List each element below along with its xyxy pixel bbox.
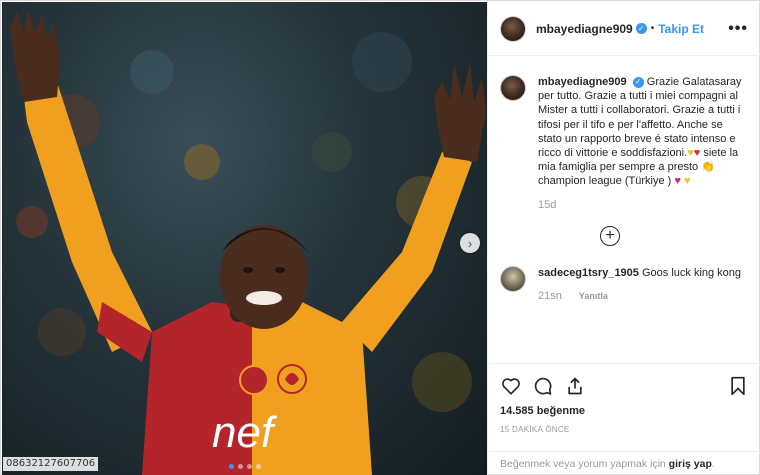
comment-username[interactable]: sadeceg1tsry_1905 [538, 267, 639, 279]
reply-button[interactable]: Yanıtla [579, 291, 608, 301]
instagram-post: nef › 08632127607706 mbayediagne909 ✓ • … [0, 0, 760, 475]
caption-meta: 15d [538, 198, 743, 212]
more-options-button[interactable]: ••• [728, 20, 748, 38]
image-id-label: 08632127607706 [3, 457, 99, 471]
carousel-dot [246, 464, 252, 469]
separator-bullet: • [650, 23, 655, 34]
carousel-dot [228, 464, 234, 469]
player-photo-illustration: nef [10, 10, 486, 475]
jersey-sponsor: nef [212, 408, 278, 457]
comment-item: sadeceg1tsry_1905 Goos luck king kong 21… [500, 265, 749, 303]
caption-body: mbayediagne909 ✓ Grazie Galatasaray per … [538, 75, 743, 212]
post-header: mbayediagne909 ✓ • Takip Et ••• [488, 2, 760, 56]
login-prompt-suffix: . [711, 458, 715, 470]
caption-age[interactable]: 15d [538, 199, 556, 211]
plus-circle-icon: + [605, 226, 615, 244]
avatar[interactable] [500, 265, 526, 292]
carousel-dot [255, 464, 261, 469]
chevron-right-icon: › [467, 235, 473, 251]
comment-age[interactable]: 21sn [538, 290, 562, 302]
login-prompt-text: Beğenmek veya yorum yapmak için [500, 458, 666, 470]
like-button[interactable] [500, 375, 522, 397]
load-more-comments-button[interactable]: + [600, 225, 620, 246]
comment-meta: 21sn Yanıtla [538, 289, 743, 303]
post-sidebar: mbayediagne909 ✓ • Takip Et ••• mbayedia… [487, 2, 760, 475]
comment-button[interactable] [532, 375, 554, 397]
share-icon [568, 377, 582, 395]
caption-username[interactable]: mbayediagne909 [538, 76, 627, 88]
verified-icon: ✓ [635, 23, 647, 34]
login-link[interactable]: giriş yap [669, 458, 712, 470]
red-heart-icon: ♥ [674, 175, 681, 188]
next-photo-button[interactable]: › [460, 233, 480, 253]
verified-icon: ✓ [632, 76, 644, 88]
yellow-heart-icon: ♥ [683, 175, 691, 188]
caption: mbayediagne909 ✓ Grazie Galatasaray per … [500, 75, 749, 212]
likes-count[interactable]: 14.585 beğenme [500, 405, 749, 417]
caption-text-3: champion league (Türkiye ) [538, 175, 672, 188]
avatar[interactable] [500, 15, 526, 42]
comment-body: sadeceg1tsry_1905 Goos luck king kong 21… [538, 266, 743, 303]
comments-list: mbayediagne909 ✓ Grazie Galatasaray per … [488, 57, 760, 363]
action-icons [500, 374, 749, 398]
avatar[interactable] [500, 75, 526, 101]
post-timestamp[interactable]: 15 DAKİKA ÖNCE [500, 425, 749, 434]
heart-icon [502, 378, 520, 395]
comment-text: Goos luck king kong [641, 266, 742, 279]
bookmark-icon [731, 376, 745, 396]
carousel-dot [237, 464, 243, 469]
save-button[interactable] [727, 375, 749, 397]
clap-icon: 👏 [701, 161, 715, 174]
red-heart-icon: ♥ [693, 146, 701, 159]
header-username[interactable]: mbayediagne909 [536, 22, 633, 36]
post-photo[interactable]: nef › 08632127607706 [2, 2, 487, 475]
login-prompt: Beğenmek veya yorum yapmak için giriş ya… [488, 451, 760, 475]
follow-button[interactable]: Takip Et [658, 22, 704, 36]
share-button[interactable] [564, 375, 586, 397]
comment-icon [534, 377, 552, 395]
